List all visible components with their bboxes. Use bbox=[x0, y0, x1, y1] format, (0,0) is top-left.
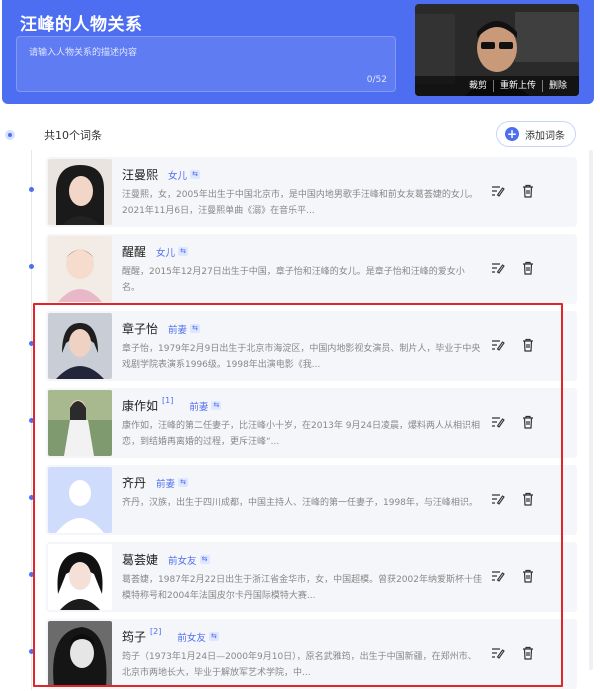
relation-tag[interactable]: 女儿 ⇆ bbox=[168, 168, 201, 182]
avatar bbox=[48, 159, 112, 225]
highlight-box bbox=[33, 303, 563, 687]
description-counter: 0/52 bbox=[366, 75, 387, 85]
add-icon: + bbox=[505, 127, 519, 141]
delete-cover-button[interactable]: 删除 bbox=[541, 80, 573, 92]
timeline-dot bbox=[29, 264, 34, 269]
cover-image[interactable]: 裁剪 重新上传 删除 bbox=[415, 4, 579, 96]
edit-icon[interactable] bbox=[490, 260, 506, 276]
avatar bbox=[48, 236, 112, 302]
relation-label: 女儿 bbox=[156, 247, 176, 259]
entry-count: 共10个词条 bbox=[44, 129, 102, 142]
crop-button[interactable]: 裁剪 bbox=[463, 80, 493, 92]
list-item[interactable]: 醒醒 女儿 ⇆ 醒醒，2015年12月27日出生于中国，章子怡和汪峰的女儿。是章子… bbox=[46, 234, 577, 304]
add-entry-button[interactable]: + 添加词条 bbox=[496, 121, 576, 147]
scrollbar[interactable] bbox=[589, 150, 593, 670]
header-banner: 汪峰的人物关系 请输入人物关系的描述内容 0/52 裁剪 重新上传 删除 bbox=[2, 0, 594, 104]
relation-tag[interactable]: 女儿 ⇆ bbox=[156, 245, 189, 259]
add-entry-label: 添加词条 bbox=[525, 130, 565, 142]
entry-name[interactable]: 汪曼熙 bbox=[122, 166, 158, 183]
timeline-dot bbox=[29, 187, 34, 192]
entry-description: 汪曼熙，女，2005年出生于中国北京市，是中国内地男歌手汪峰和前女友葛荟婕的女儿… bbox=[122, 190, 478, 216]
delete-icon[interactable] bbox=[520, 260, 536, 276]
reupload-button[interactable]: 重新上传 bbox=[492, 80, 542, 92]
timeline-head-dot bbox=[5, 130, 15, 140]
relation-tag-icon: ⇆ bbox=[178, 247, 189, 256]
description-input[interactable]: 请输入人物关系的描述内容 0/52 bbox=[16, 36, 396, 92]
cover-actions: 裁剪 重新上传 删除 bbox=[415, 76, 579, 96]
entry-description: 醒醒，2015年12月27日出生于中国，章子怡和汪峰的女儿。是章子怡和汪峰的爱女… bbox=[122, 267, 465, 293]
relation-tag-icon: ⇆ bbox=[190, 170, 201, 179]
description-placeholder: 请输入人物关系的描述内容 bbox=[29, 48, 138, 58]
page-title: 汪峰的人物关系 bbox=[20, 15, 143, 35]
relation-label: 女儿 bbox=[168, 170, 188, 182]
edit-icon[interactable] bbox=[490, 183, 506, 199]
list-item[interactable]: 汪曼熙 女儿 ⇆ 汪曼熙，女，2005年出生于中国北京市，是中国内地男歌手汪峰和前… bbox=[46, 157, 577, 227]
entry-name[interactable]: 醒醒 bbox=[122, 243, 146, 260]
delete-icon[interactable] bbox=[520, 183, 536, 199]
